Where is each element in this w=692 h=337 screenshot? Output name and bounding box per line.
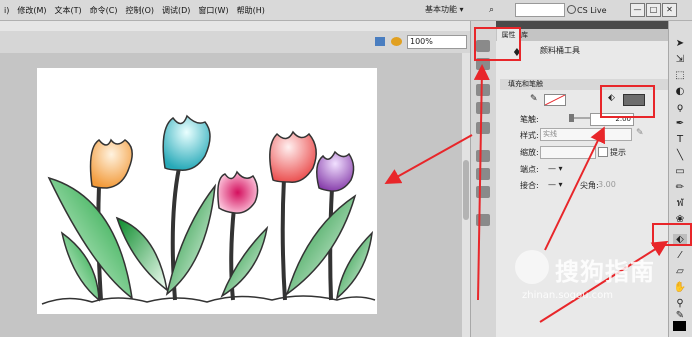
watermark-url: zhinan.sogou.com [522,290,614,301]
watermark-text: 搜狗指南 [555,258,655,286]
sogou-logo-icon [515,250,549,284]
